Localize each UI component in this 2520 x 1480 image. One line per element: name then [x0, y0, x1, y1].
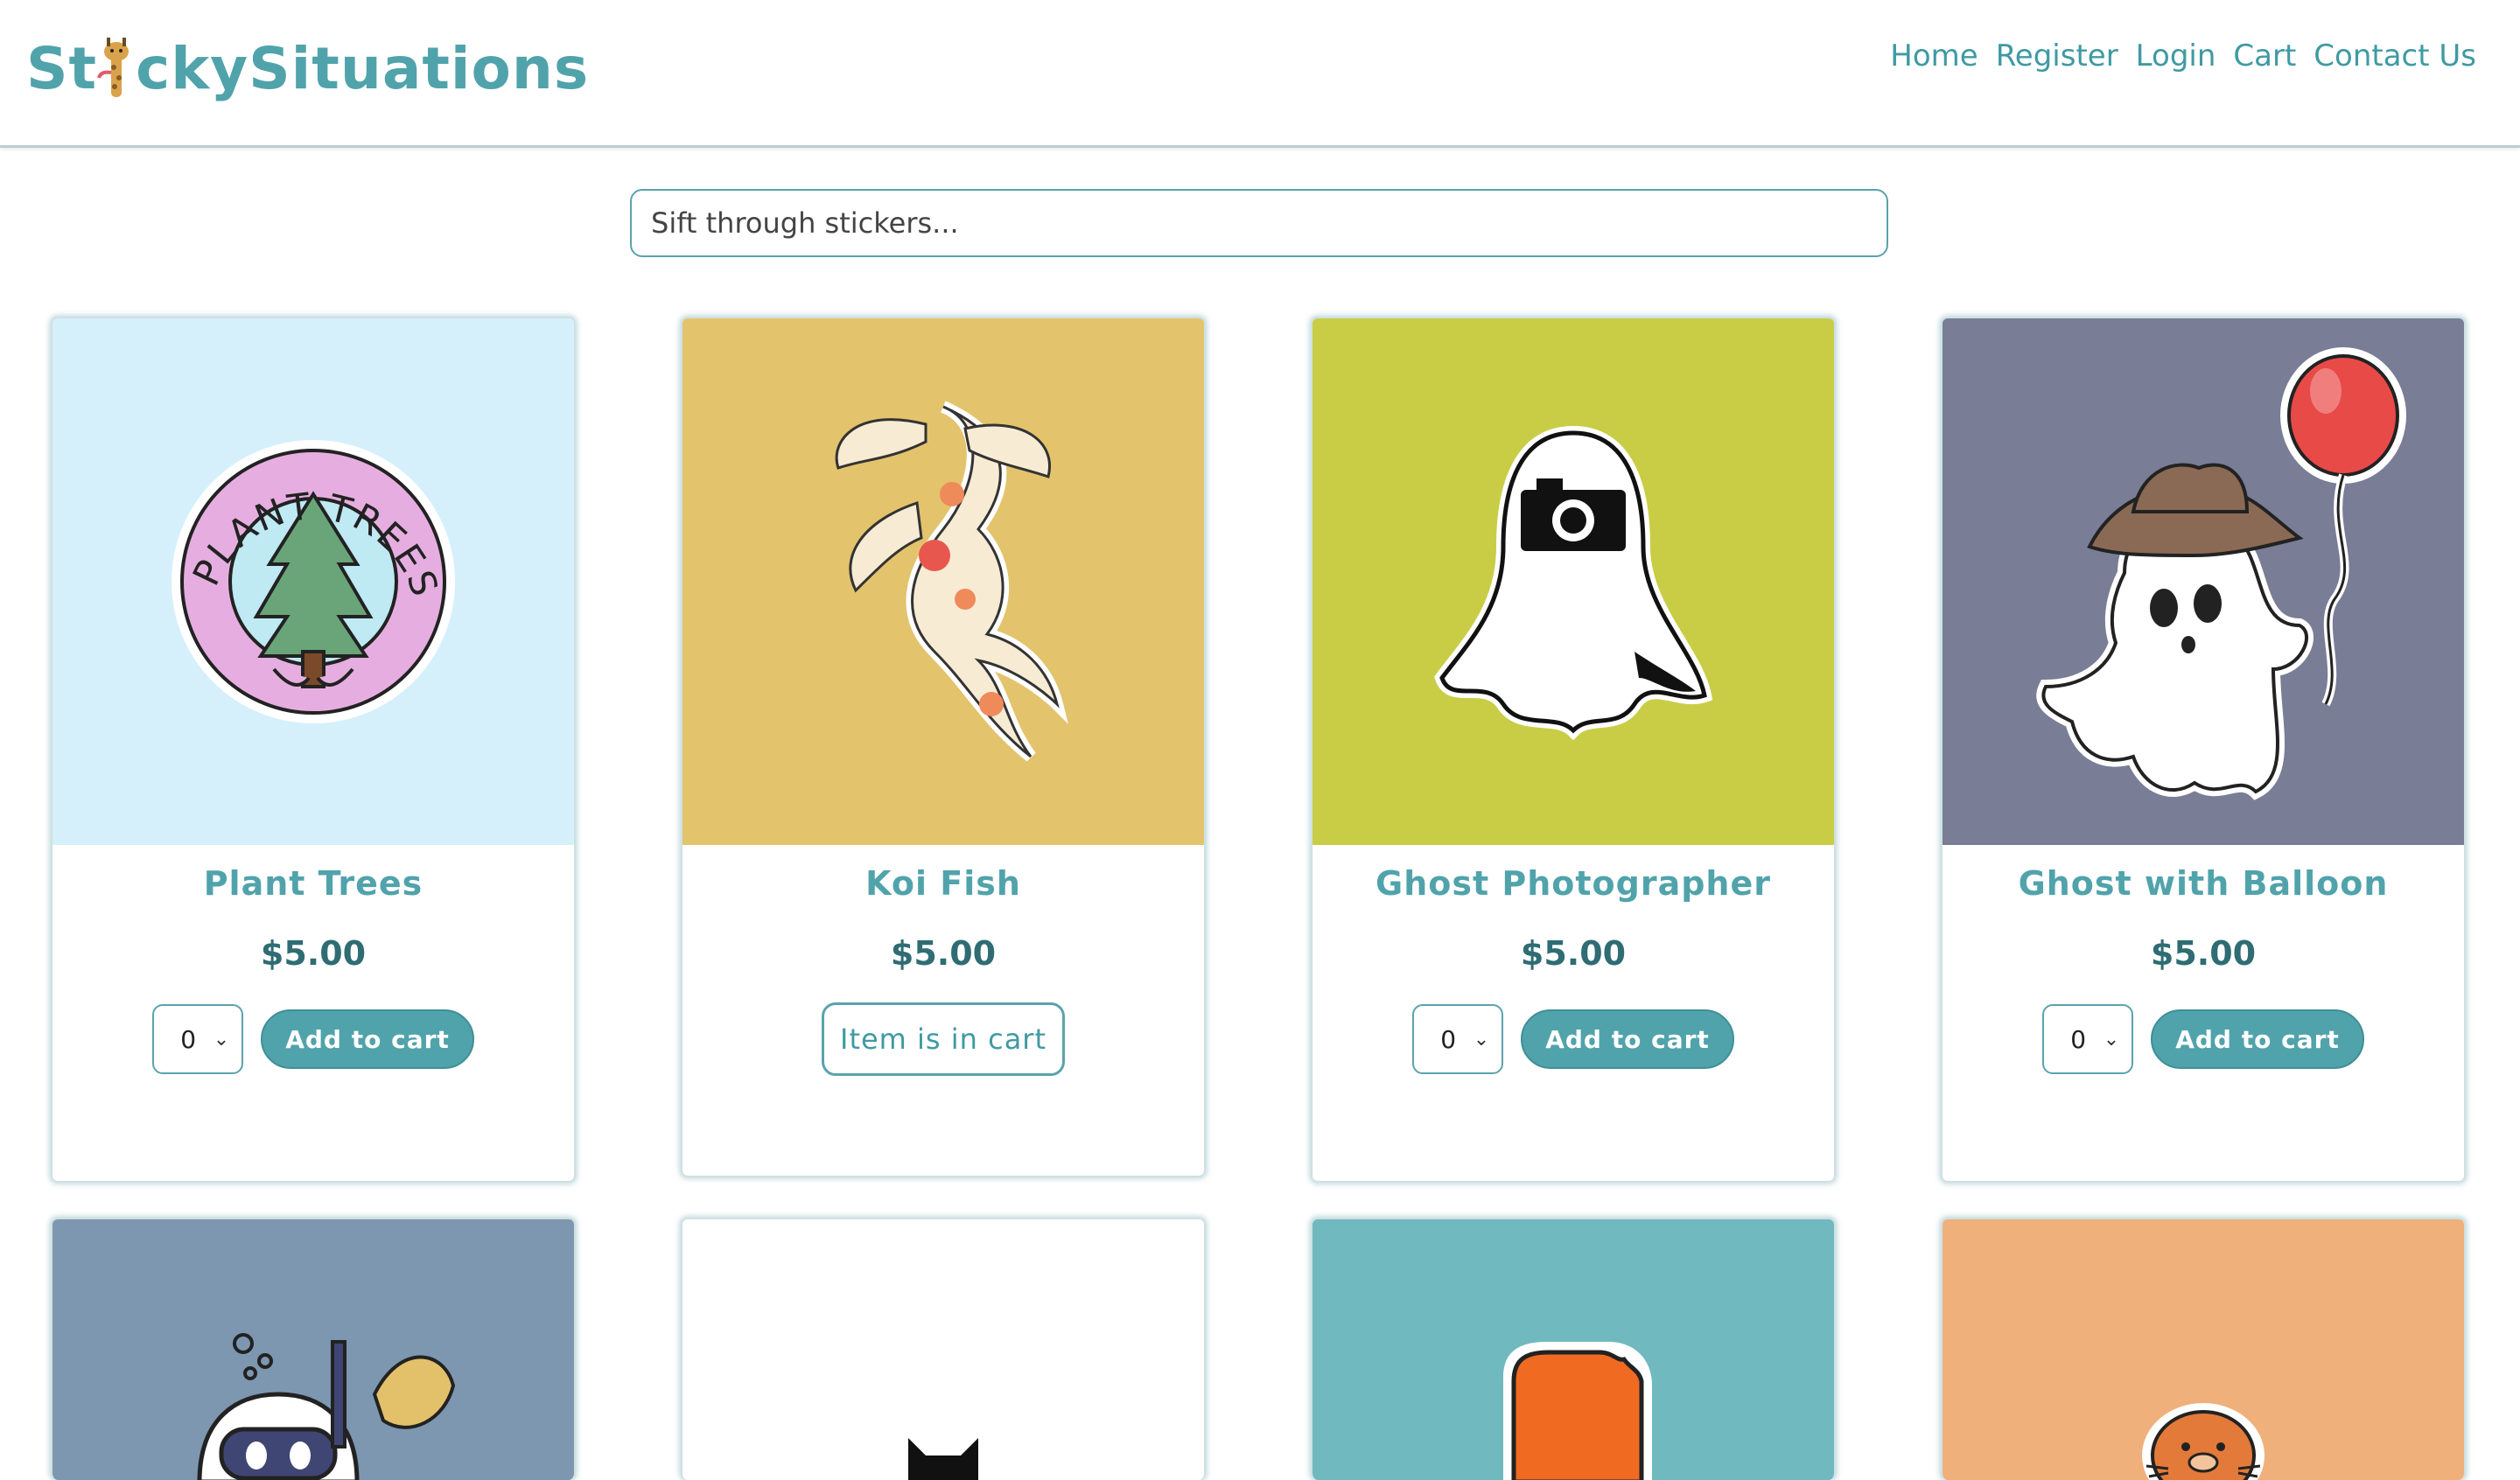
product-image[interactable] — [1312, 318, 1834, 845]
product-card: Ghost with Balloon $5.00 0 ⌄ Add to cart — [1941, 317, 2466, 1183]
giraffe-icon — [97, 37, 130, 97]
nav-home-link[interactable]: Home — [1890, 38, 1978, 73]
product-card: Koi Fish $5.00 Item is in cart — [681, 317, 1206, 1177]
search-input[interactable] — [630, 189, 1888, 257]
koi-fish-sticker-icon — [835, 401, 1068, 762]
site-header: St ckySituations Home Register Login Car… — [0, 0, 2520, 148]
product-title[interactable]: Plant Trees — [52, 864, 574, 903]
product-card — [1311, 1218, 1836, 1480]
product-actions: 0 ⌄ Add to cart — [52, 1002, 574, 1076]
product-card — [681, 1218, 1206, 1480]
nav-register-link[interactable]: Register — [1996, 38, 2118, 73]
product-title[interactable]: Koi Fish — [682, 864, 1204, 903]
product-actions: 0 ⌄ Add to cart — [1312, 1002, 1834, 1076]
item-in-cart-button[interactable]: Item is in cart — [822, 1002, 1065, 1076]
nav-login-link[interactable]: Login — [2136, 38, 2216, 73]
product-price: $5.00 — [2150, 934, 2257, 973]
product-image[interactable] — [52, 1219, 574, 1480]
logo-text-left: St — [26, 35, 98, 102]
product-card — [51, 1218, 576, 1480]
quantity-value: 0 — [180, 1024, 197, 1054]
product-image[interactable] — [682, 1219, 1204, 1480]
add-to-cart-button[interactable]: Add to cart — [1521, 1009, 1734, 1069]
chevron-down-icon: ⌄ — [2103, 1028, 2120, 1051]
product-price: $5.00 — [260, 934, 367, 973]
snorkel-ghost-sticker-icon — [197, 1333, 456, 1480]
product-image[interactable] — [1312, 1219, 1834, 1480]
product-image[interactable] — [1942, 318, 2464, 845]
nav-cart-link[interactable]: Cart — [2233, 38, 2296, 73]
product-price: $5.00 — [1520, 934, 1627, 973]
quantity-select[interactable]: 0 ⌄ — [152, 1004, 244, 1074]
ghost-balloon-sticker-icon — [2036, 347, 2406, 800]
product-image[interactable] — [1942, 1219, 2464, 1480]
product-image[interactable] — [682, 318, 1204, 845]
product-title[interactable]: Ghost Photographer — [1312, 864, 1834, 903]
quantity-value: 0 — [1440, 1024, 1457, 1054]
chevron-down-icon: ⌄ — [1473, 1028, 1490, 1051]
chevron-down-icon: ⌄ — [213, 1028, 230, 1051]
quantity-select[interactable]: 0 ⌄ — [2042, 1004, 2134, 1074]
product-card: PLANT TREES Plant Trees $5.00 0 ⌄ Add to… — [51, 317, 576, 1183]
nav-contact-link[interactable]: Contact Us — [2314, 38, 2476, 73]
otter-sticker-icon — [2142, 1403, 2264, 1480]
quantity-select[interactable]: 0 ⌄ — [1412, 1004, 1504, 1074]
add-to-cart-button[interactable]: Add to cart — [2151, 1009, 2364, 1069]
site-logo[interactable]: St ckySituations — [26, 35, 589, 102]
main-nav: Home Register Login Cart Contact Us — [1890, 38, 2476, 73]
product-actions: 0 ⌄ Add to cart — [1942, 1002, 2464, 1076]
logo-text-right: ckySituations — [136, 35, 590, 102]
add-to-cart-button[interactable]: Add to cart — [261, 1009, 474, 1069]
product-title[interactable]: Ghost with Balloon — [1942, 864, 2464, 903]
product-card — [1941, 1218, 2466, 1480]
product-price: $5.00 — [890, 934, 997, 973]
product-card: Ghost Photographer $5.00 0 ⌄ Add to cart — [1311, 317, 1836, 1183]
ghost-photographer-sticker-icon — [1434, 425, 1713, 741]
popsicle-sticker-icon — [1503, 1342, 1652, 1480]
plant-trees-sticker-icon: PLANT TREES — [172, 440, 455, 723]
black-cat-sticker-icon — [908, 1438, 978, 1480]
quantity-value: 0 — [2070, 1024, 2087, 1054]
product-image[interactable]: PLANT TREES — [52, 318, 574, 845]
product-actions: Item is in cart — [682, 1002, 1204, 1076]
